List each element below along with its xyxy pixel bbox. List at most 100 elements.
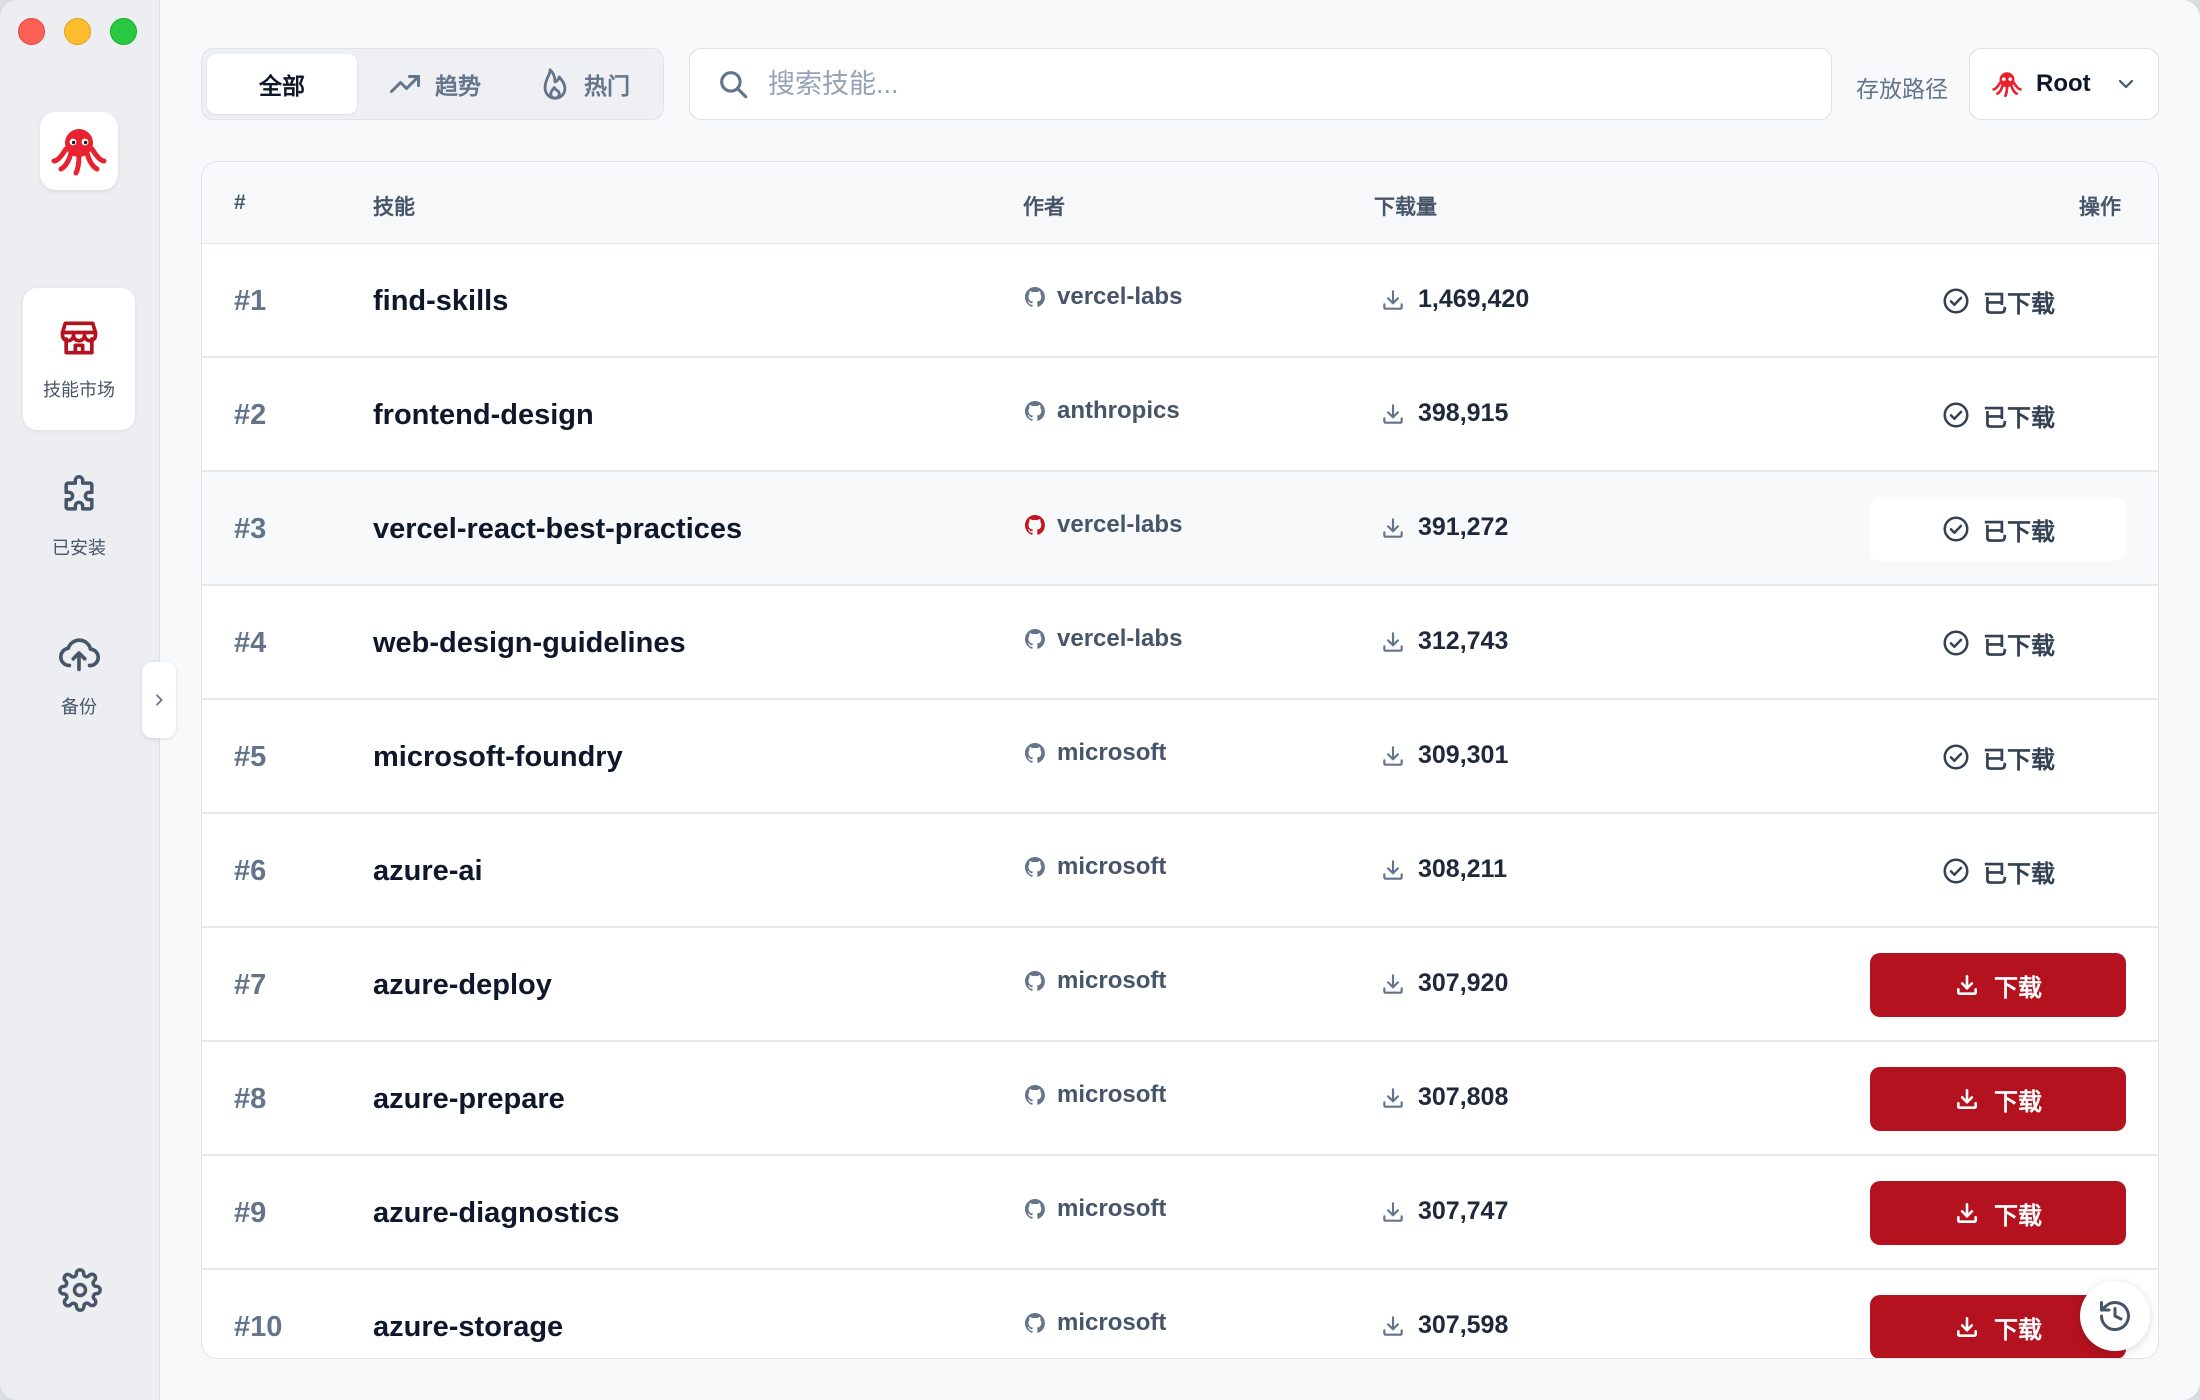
github-icon bbox=[1025, 1085, 1045, 1105]
search-input[interactable] bbox=[768, 68, 1831, 100]
table-row[interactable]: #7 azure-deploy microsoft 307,920 下载 bbox=[202, 928, 2158, 1042]
table-row[interactable]: #1 find-skills vercel-labs 1,469,420 已下载 bbox=[202, 244, 2158, 358]
downloads-cell: 307,920 bbox=[1380, 969, 1508, 998]
rank-cell: #6 bbox=[234, 855, 267, 887]
table-row[interactable]: #8 azure-prepare microsoft 307,808 下载 bbox=[202, 1042, 2158, 1156]
author-name: vercel-labs bbox=[1057, 283, 1183, 310]
puzzle-icon bbox=[64, 475, 94, 511]
github-icon bbox=[1025, 971, 1045, 991]
table-row[interactable]: #3 vercel-react-best-practices vercel-labs… bbox=[202, 472, 2158, 586]
download-icon bbox=[1957, 975, 1977, 995]
table-row[interactable]: #6 azure-ai microsoft 308,211 已下载 bbox=[202, 814, 2158, 928]
tab-all[interactable]: 全部 bbox=[207, 54, 357, 114]
zoom-window-button[interactable] bbox=[110, 18, 137, 45]
downloads-cell: 391,272 bbox=[1380, 513, 1508, 542]
download-button[interactable]: 下载 bbox=[1870, 1067, 2126, 1131]
skill-name-cell[interactable]: azure-storage bbox=[373, 1311, 563, 1344]
app-window: 技能市场 已安装 备份 全部 趋势 热门 搜索技能... 存放路径 Root #… bbox=[0, 0, 2200, 1400]
downloaded-button[interactable]: 已下载 bbox=[1870, 497, 2126, 561]
author-cell[interactable]: microsoft bbox=[1023, 739, 1166, 767]
download-count: 312,743 bbox=[1418, 627, 1509, 655]
skill-name-cell[interactable]: microsoft-foundry bbox=[373, 741, 623, 774]
table-row[interactable]: #4 web-design-guidelines vercel-labs 312,74… bbox=[202, 586, 2158, 700]
author-name: vercel-labs bbox=[1057, 511, 1183, 538]
author-name: microsoft bbox=[1057, 853, 1167, 880]
rank-cell: #4 bbox=[234, 627, 267, 659]
author-name: microsoft bbox=[1057, 1195, 1167, 1222]
author-cell[interactable]: vercel-labs bbox=[1023, 283, 1182, 311]
table-header: # 技能 作者 下载量 操作 bbox=[202, 162, 2158, 244]
github-icon bbox=[1025, 629, 1045, 649]
author-cell[interactable]: vercel-labs bbox=[1023, 511, 1182, 539]
author-cell[interactable]: microsoft bbox=[1023, 1195, 1166, 1223]
skill-name-cell[interactable]: azure-prepare bbox=[373, 1083, 565, 1116]
download-button[interactable]: 下载 bbox=[1870, 953, 2126, 1017]
sidebar: 技能市场 已安装 备份 bbox=[0, 0, 160, 1400]
check-circle-icon bbox=[1943, 288, 1969, 314]
close-window-button[interactable] bbox=[18, 18, 45, 45]
column-header-author: 作者 bbox=[1023, 196, 1065, 219]
author-cell[interactable]: anthropics bbox=[1023, 397, 1180, 425]
rank-cell: #10 bbox=[234, 1311, 283, 1343]
download-icon bbox=[1957, 1203, 1977, 1223]
downloads-cell: 307,808 bbox=[1380, 1083, 1508, 1112]
skill-name-cell[interactable]: find-skills bbox=[373, 285, 508, 318]
skill-name-cell[interactable]: azure-deploy bbox=[373, 969, 552, 1002]
download-count: 307,920 bbox=[1418, 969, 1509, 997]
minimize-window-button[interactable] bbox=[64, 18, 91, 45]
github-icon bbox=[1025, 515, 1045, 535]
skill-name-cell[interactable]: azure-diagnostics bbox=[373, 1197, 620, 1230]
settings-button[interactable] bbox=[56, 1266, 104, 1314]
history-button[interactable] bbox=[2080, 1281, 2150, 1351]
downloaded-button[interactable]: 已下载 bbox=[1870, 725, 2126, 789]
downloaded-button[interactable]: 已下载 bbox=[1870, 611, 2126, 675]
downloaded-button[interactable]: 已下载 bbox=[1870, 839, 2126, 903]
sidebar-item-installed[interactable]: 已安装 bbox=[23, 446, 135, 588]
sidebar-item-skill-market[interactable]: 技能市场 bbox=[23, 288, 135, 430]
github-icon bbox=[1025, 1199, 1045, 1219]
author-cell[interactable]: vercel-labs bbox=[1023, 625, 1182, 653]
column-header-action: 操作 bbox=[2079, 196, 2121, 219]
skill-name-cell[interactable]: azure-ai bbox=[373, 855, 483, 888]
storage-path-select[interactable]: Root bbox=[1969, 48, 2159, 120]
chevron-right-icon bbox=[156, 694, 163, 706]
download-count-icon bbox=[1383, 1315, 1403, 1336]
rank-cell: #7 bbox=[234, 969, 267, 1001]
tab-hot[interactable]: 热门 bbox=[511, 54, 657, 114]
sidebar-item-label: 备份 bbox=[61, 697, 97, 717]
check-circle-icon bbox=[1943, 630, 1969, 656]
sidebar-item-backup[interactable]: 备份 bbox=[23, 604, 135, 746]
table-row[interactable]: #9 azure-diagnostics microsoft 307,747 下载 bbox=[202, 1156, 2158, 1270]
table-row[interactable]: #2 frontend-design anthropics 398,915 已下载 bbox=[202, 358, 2158, 472]
history-icon bbox=[2100, 1301, 2130, 1332]
downloaded-button[interactable]: 已下载 bbox=[1870, 269, 2126, 333]
search-box bbox=[689, 48, 1832, 120]
rank-cell: #5 bbox=[234, 741, 267, 773]
tab-trending[interactable]: 趋势 bbox=[361, 54, 507, 114]
download-count-icon bbox=[1383, 859, 1403, 880]
skill-name-cell[interactable]: vercel-react-best-practices bbox=[373, 513, 742, 546]
skill-name-cell[interactable]: web-design-guidelines bbox=[373, 627, 686, 660]
chevron-down-icon bbox=[2118, 79, 2134, 89]
author-cell[interactable]: microsoft bbox=[1023, 1309, 1166, 1337]
rank-cell: #2 bbox=[234, 399, 267, 431]
downloaded-button[interactable]: 已下载 bbox=[1870, 383, 2126, 447]
skill-name-cell[interactable]: frontend-design bbox=[373, 399, 594, 432]
download-label: 下载 bbox=[1994, 974, 2042, 1002]
column-header-skill: 技能 bbox=[373, 196, 415, 219]
downloaded-label: 已下载 bbox=[1983, 404, 2055, 432]
github-icon bbox=[1025, 401, 1045, 421]
author-cell[interactable]: microsoft bbox=[1023, 1081, 1166, 1109]
download-button[interactable]: 下载 bbox=[1870, 1181, 2126, 1245]
filter-tabs: 全部 趋势 热门 bbox=[201, 48, 664, 120]
author-cell[interactable]: microsoft bbox=[1023, 967, 1166, 995]
table-row[interactable]: #5 microsoft-foundry microsoft 309,301 已下载 bbox=[202, 700, 2158, 814]
window-controls bbox=[18, 18, 137, 45]
sidebar-collapse-toggle[interactable] bbox=[142, 662, 176, 738]
table-row[interactable]: #10 azure-storage microsoft 307,598 下载 bbox=[202, 1270, 2158, 1358]
skills-table: # 技能 作者 下载量 操作 #1 find-skills vercel-labs 1… bbox=[201, 161, 2159, 1359]
check-circle-icon bbox=[1943, 744, 1969, 770]
author-cell[interactable]: microsoft bbox=[1023, 853, 1166, 881]
download-count-icon bbox=[1383, 973, 1403, 994]
author-name: anthropics bbox=[1057, 397, 1180, 424]
